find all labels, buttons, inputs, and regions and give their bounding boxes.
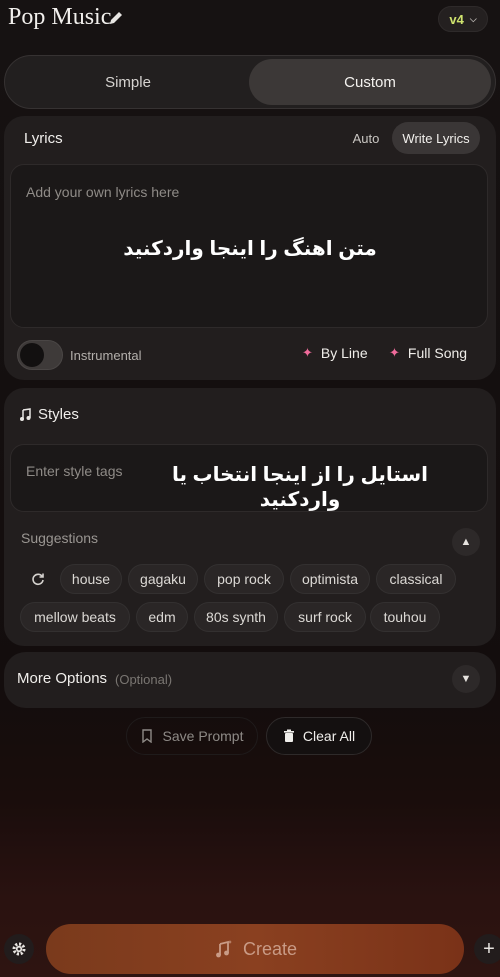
lyrics-placeholder: Add your own lyrics here	[26, 184, 180, 200]
version-label: v4	[449, 11, 464, 27]
pencil-icon[interactable]	[108, 10, 124, 26]
full-song-label: Full Song	[407, 345, 468, 361]
save-prompt-label: Save Prompt	[162, 728, 244, 744]
expand-more-options-button[interactable]: ▼	[452, 665, 480, 693]
bookmark-icon	[141, 729, 152, 743]
suggestion-chip[interactable]: 80s synth	[194, 602, 278, 632]
suggestion-chip[interactable]: touhou	[370, 602, 440, 632]
refresh-icon	[32, 573, 44, 586]
suggestion-chip[interactable]: optimista	[290, 564, 370, 594]
create-button[interactable]: Create	[46, 924, 464, 974]
suggestion-chip[interactable]: classical	[376, 564, 456, 594]
tab-custom[interactable]: Custom	[249, 59, 491, 105]
suggestion-chip[interactable]: house	[60, 564, 122, 594]
lyrics-label: Lyrics	[24, 130, 63, 147]
suggestion-chip[interactable]: pop rock	[204, 564, 284, 594]
sparkle-icon: ✦	[389, 345, 400, 360]
optional-label: (Optional)	[115, 672, 173, 687]
suggestion-chip[interactable]: mellow beats	[20, 602, 130, 632]
sparkle-icon: ✦	[302, 345, 313, 360]
settings-button[interactable]	[4, 934, 34, 964]
suggestion-chip[interactable]: gagaku	[128, 564, 198, 594]
save-prompt-button[interactable]: Save Prompt	[126, 717, 258, 755]
write-lyrics-button[interactable]: Write Lyrics	[392, 122, 480, 154]
styles-header: Styles	[18, 406, 79, 423]
create-label: Create	[242, 938, 298, 959]
instrumental-label: Instrumental	[70, 348, 142, 363]
gear-icon	[12, 942, 26, 956]
music-note-icon	[20, 407, 31, 421]
auto-lyrics-button[interactable]: Auto	[344, 122, 388, 154]
by-line-button[interactable]: ✦ By Line	[302, 345, 368, 361]
tab-simple[interactable]: Simple	[9, 59, 247, 105]
more-options-label: More Options	[17, 670, 108, 687]
styles-annotation: استایل را از اینجا انتخاب یا واردکنید	[171, 464, 429, 511]
collapse-suggestions-button[interactable]: ▲	[452, 528, 480, 556]
clear-all-label: Clear All	[302, 728, 356, 744]
mode-toggle: Simple Custom	[4, 55, 496, 109]
full-song-button[interactable]: ✦ Full Song	[389, 345, 467, 361]
by-line-label: By Line	[320, 345, 368, 361]
add-button[interactable]: +	[474, 934, 500, 964]
toggle-knob	[20, 343, 44, 367]
lyrics-annotation: متن اهنگ را اینجا واردکنید	[123, 238, 377, 260]
style-tags-placeholder: Enter style tags	[26, 463, 123, 479]
suggestion-chip[interactable]: surf rock	[284, 602, 366, 632]
clear-all-button[interactable]: Clear All	[266, 717, 372, 755]
plus-icon: +	[483, 937, 495, 960]
styles-label: Styles	[38, 406, 79, 423]
chevron-down-icon: ⌵	[469, 13, 477, 24]
chevron-up-icon: ▲	[460, 536, 472, 548]
project-title[interactable]: Pop Music	[8, 4, 111, 31]
instrumental-toggle[interactable]	[17, 340, 63, 370]
chevron-down-icon: ▼	[460, 673, 472, 685]
suggestions-label: Suggestions	[21, 530, 99, 546]
trash-icon	[283, 729, 294, 742]
version-select[interactable]: v4 ⌵	[438, 6, 488, 32]
music-sparkle-icon	[216, 940, 232, 958]
refresh-suggestions-button[interactable]	[20, 564, 56, 594]
suggestion-chip[interactable]: edm	[136, 602, 188, 632]
